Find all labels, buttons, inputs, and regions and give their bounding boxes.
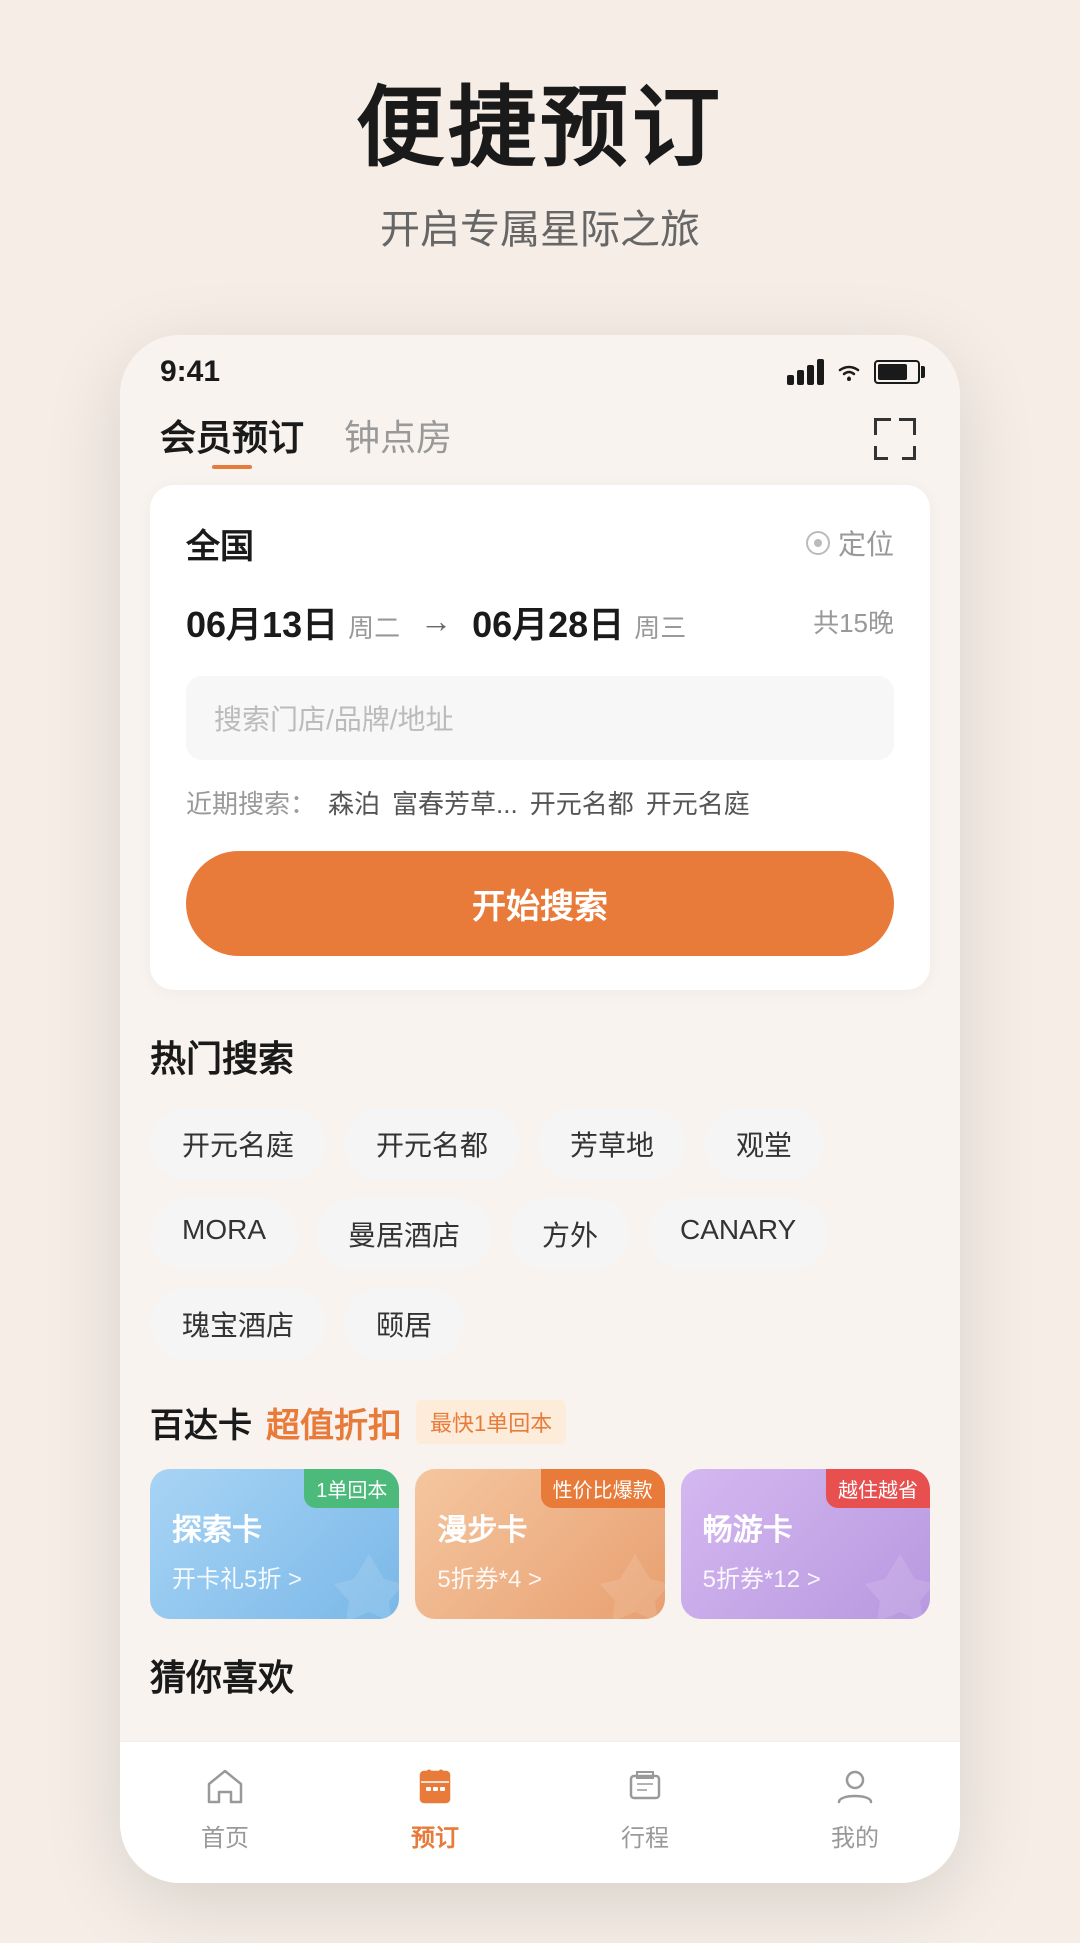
recent-item-1[interactable]: 森泊 <box>328 784 380 821</box>
page-title: 便捷预订 <box>40 80 1040 177</box>
recent-item-2[interactable]: 富春芳草... <box>392 784 518 821</box>
date-arrow: → <box>420 603 452 640</box>
promo-card-title-3: 畅游卡 <box>703 1505 908 1549</box>
location-row: 全国 定位 <box>186 519 894 568</box>
bottom-nav-profile[interactable]: 我的 <box>795 1762 915 1853</box>
status-time: 9:41 <box>160 355 220 389</box>
tab-member-booking[interactable]: 会员预订 <box>160 409 304 469</box>
promo-section: 百达卡 超值折扣 最快1单回本 1单回本 探索卡 开卡礼5折 > 性价比爆款 漫… <box>120 1388 960 1639</box>
promo-title-main: 百达卡 <box>150 1398 252 1447</box>
tag-9[interactable]: 瑰宝酒店 <box>150 1288 326 1360</box>
bottom-nav-trip[interactable]: 行程 <box>585 1762 705 1853</box>
status-icons <box>787 359 920 385</box>
tab-hourly-room[interactable]: 钟点房 <box>344 409 452 469</box>
tag-10[interactable]: 颐居 <box>344 1288 464 1360</box>
promo-deco-1 <box>329 1549 399 1619</box>
status-bar: 9:41 <box>120 335 960 399</box>
nights-count: 共15晚 <box>813 603 894 640</box>
search-card: 全国 定位 06月13日 周二 → 06月28日 周三 共15晚 搜索门店/品牌… <box>150 485 930 990</box>
battery-icon <box>874 360 920 384</box>
locate-button[interactable]: 定位 <box>806 523 894 563</box>
wifi-icon <box>834 360 864 384</box>
bottom-nav-trip-label: 行程 <box>621 1818 669 1853</box>
promo-card-explore[interactable]: 1单回本 探索卡 开卡礼5折 > <box>150 1469 399 1619</box>
tag-3[interactable]: 芳草地 <box>538 1108 686 1180</box>
page-subtitle: 开启专属星际之旅 <box>40 197 1040 255</box>
tag-5[interactable]: MORA <box>150 1198 298 1270</box>
bottom-nav-home-label: 首页 <box>201 1818 249 1853</box>
tag-2[interactable]: 开元名都 <box>344 1108 520 1180</box>
tag-1[interactable]: 开元名庭 <box>150 1108 326 1180</box>
trip-icon <box>621 1762 669 1810</box>
bottom-nav-home[interactable]: 首页 <box>165 1762 285 1853</box>
signal-icon <box>787 359 824 385</box>
bottom-nav: 首页 预订 <box>120 1741 960 1883</box>
date-from: 06月13日 周二 <box>186 596 400 648</box>
search-placeholder: 搜索门店/品牌/地址 <box>214 704 454 735</box>
promo-cards: 1单回本 探索卡 开卡礼5折 > 性价比爆款 漫步卡 5折券*4 > 越住越省 … <box>150 1469 930 1619</box>
tag-6[interactable]: 曼居酒店 <box>316 1198 492 1270</box>
hot-search-tags: 开元名庭 开元名都 芳草地 观堂 MORA 曼居酒店 方外 CANARY 瑰宝酒… <box>150 1108 930 1360</box>
recent-row: 近期搜索： 森泊 富春芳草... 开元名都 开元名庭 <box>186 784 894 821</box>
bottom-nav-profile-label: 我的 <box>831 1818 879 1853</box>
date-to: 06月28日 周三 <box>472 596 686 648</box>
booking-icon <box>411 1762 459 1810</box>
hot-search-title: 热门搜索 <box>150 1030 930 1082</box>
date-to-main: 06月28日 <box>472 596 624 648</box>
tag-canary[interactable]: CANARY <box>648 1198 828 1270</box>
promo-deco-2 <box>595 1549 665 1619</box>
promo-card-badge-1: 1单回本 <box>304 1469 399 1508</box>
promo-header: 百达卡 超值折扣 最快1单回本 <box>150 1398 930 1447</box>
promo-deco-3 <box>860 1549 930 1619</box>
tag-7[interactable]: 方外 <box>510 1198 630 1270</box>
home-icon <box>201 1762 249 1810</box>
profile-icon <box>831 1762 879 1810</box>
bottom-nav-booking[interactable]: 预订 <box>375 1762 495 1853</box>
location-text[interactable]: 全国 <box>186 519 254 568</box>
promo-card-walk[interactable]: 性价比爆款 漫步卡 5折券*4 > <box>415 1469 664 1619</box>
page-header: 便捷预订 开启专属星际之旅 <box>0 0 1080 295</box>
search-input-box[interactable]: 搜索门店/品牌/地址 <box>186 676 894 760</box>
locate-label: 定位 <box>838 523 894 563</box>
date-row[interactable]: 06月13日 周二 → 06月28日 周三 共15晚 <box>186 596 894 648</box>
promo-title-highlight: 超值折扣 <box>266 1398 402 1447</box>
promo-card-title-2: 漫步卡 <box>437 1505 642 1549</box>
bottom-nav-booking-label: 预订 <box>411 1818 459 1853</box>
promo-card-title-1: 探索卡 <box>172 1505 377 1549</box>
promo-card-badge-3: 越住越省 <box>826 1469 930 1508</box>
date-to-week: 周三 <box>634 608 686 645</box>
recent-item-3[interactable]: 开元名都 <box>530 784 634 821</box>
search-button[interactable]: 开始搜索 <box>186 851 894 956</box>
promo-header-badge: 最快1单回本 <box>416 1400 566 1444</box>
hot-search-section: 热门搜索 开元名庭 开元名都 芳草地 观堂 MORA 曼居酒店 方外 CANAR… <box>120 1020 960 1388</box>
guess-section: 猜你喜欢 <box>120 1639 960 1741</box>
scan-button[interactable] <box>870 414 920 464</box>
locate-icon <box>806 531 830 555</box>
recent-item-4[interactable]: 开元名庭 <box>646 784 750 821</box>
nav-tabs: 会员预订 钟点房 <box>120 399 960 485</box>
recent-label: 近期搜索： <box>186 784 316 821</box>
promo-card-travel[interactable]: 越住越省 畅游卡 5折券*12 > <box>681 1469 930 1619</box>
guess-title: 猜你喜欢 <box>150 1649 930 1701</box>
phone-frame: 9:41 会员预订 钟点房 <box>120 335 960 1883</box>
search-btn-label: 开始搜索 <box>472 888 608 926</box>
tag-4[interactable]: 观堂 <box>704 1108 824 1180</box>
promo-card-badge-2: 性价比爆款 <box>541 1469 665 1508</box>
date-from-main: 06月13日 <box>186 596 338 648</box>
date-from-week: 周二 <box>348 608 400 645</box>
